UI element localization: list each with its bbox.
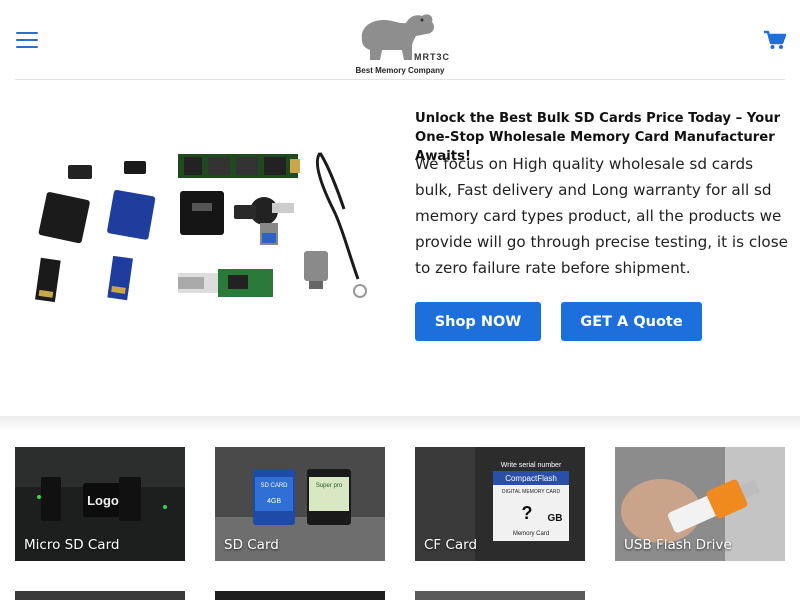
cf-memory-card-text: Memory Card [513, 531, 549, 537]
hero-section: Unlock the Best Bulk SD Cards Price Toda… [0, 81, 800, 416]
category-label: Micro SD Card [24, 537, 120, 553]
header-divider [15, 79, 785, 80]
get-a-quote-button[interactable]: GET A Quote [561, 302, 702, 341]
hero-description: We focus on High quality wholesale sd ca… [415, 155, 788, 277]
category-label: CF Card [424, 537, 478, 553]
memory-products-image [35, 152, 367, 303]
cf-capacity-placeholder: ? [522, 503, 533, 523]
sd-card-brand: Super pro [316, 483, 343, 489]
category-card-row2-2[interactable] [215, 591, 385, 600]
sd-card-label: SD CARD [260, 483, 288, 489]
category-card-usb[interactable]: USB Flash Drive [615, 447, 785, 561]
category-card-row2-1[interactable] [15, 591, 185, 600]
site-header: MRT3C Best Memory Company [0, 0, 800, 80]
category-label: SD Card [224, 537, 279, 553]
logo-mark-text: MRT3C [414, 52, 450, 62]
logo-tagline: Best Memory Company [355, 66, 445, 75]
category-card-row2-3[interactable] [415, 591, 585, 600]
cf-serial-text: Write serial number [501, 462, 562, 469]
shop-now-button[interactable]: Shop NOW [415, 302, 541, 341]
category-card-cf[interactable]: Write serial number CompactFlash DIGITAL… [415, 447, 585, 561]
cf-type-text: DIGITAL MEMORY CARD [502, 489, 561, 495]
site-logo[interactable]: MRT3C Best Memory Company [352, 8, 450, 75]
category-label: USB Flash Drive [624, 537, 732, 553]
category-card-micro-sd[interactable]: Logo Micro SD Card [15, 447, 185, 561]
cf-brand-text: CompactFlash [505, 474, 557, 483]
category-card-sd[interactable]: SD CARD 4GB Super pro SD Card [215, 447, 385, 561]
sd-card-capacity: 4GB [267, 498, 281, 505]
micro-sd-logo-text: Logo [87, 493, 119, 508]
cf-capacity-unit: GB [548, 513, 563, 524]
section-divider [0, 416, 800, 430]
hamburger-menu-icon[interactable] [16, 32, 38, 48]
shopping-cart-icon[interactable] [764, 30, 786, 50]
